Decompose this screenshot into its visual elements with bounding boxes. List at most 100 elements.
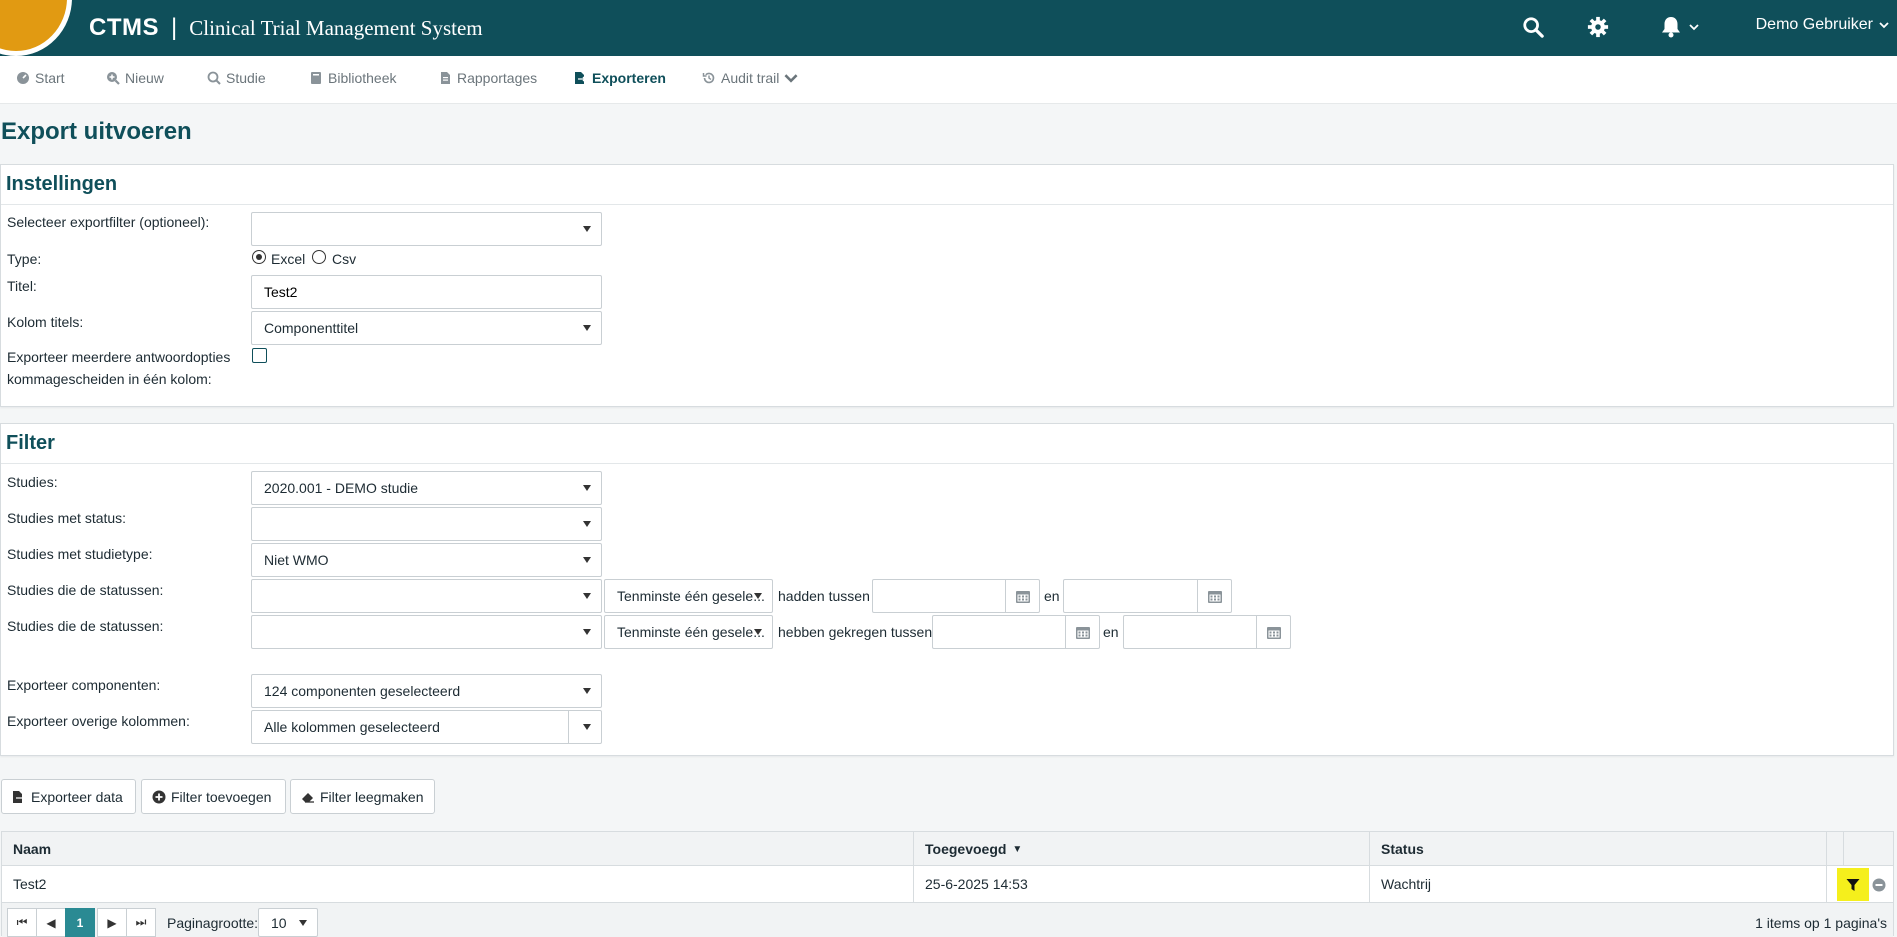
title-input[interactable] <box>251 275 602 309</box>
cell-status: Wachtrij <box>1381 876 1432 892</box>
statuses1-from-date[interactable] <box>872 579 1040 613</box>
settings-panel: Instellingen Selecteer exportfilter (opt… <box>0 164 1894 407</box>
statuses2-select[interactable] <box>251 615 602 649</box>
file-export-icon <box>13 790 26 803</box>
gear-icon[interactable] <box>1585 14 1611 40</box>
last-page-button[interactable]: ⏭ <box>126 908 156 937</box>
studytype-label: Studies met studietype: <box>7 546 153 562</box>
sort-desc-icon: ▼ <box>1012 843 1023 855</box>
page-title: Export uitvoeren <box>1 118 192 145</box>
first-page-icon: ⏮ <box>16 915 28 929</box>
chevron-down-icon <box>1879 22 1889 29</box>
studytype-value: Niet WMO <box>264 552 329 568</box>
eraser-icon <box>302 792 314 803</box>
exports-grid: Naam Toegevoegd ▼ Status Test2 25-6-2025… <box>1 831 1894 937</box>
caret-down-icon <box>583 593 591 599</box>
studytype-select[interactable]: Niet WMO <box>251 543 602 577</box>
title-label: Titel: <box>7 278 37 294</box>
column-header-status[interactable]: Status <box>1370 832 1826 866</box>
calendar-icon[interactable] <box>1065 616 1099 648</box>
other-columns-select[interactable]: Alle kolommen geselecteerd <box>251 710 602 744</box>
column-titles-select[interactable]: Componenttitel <box>251 311 602 345</box>
statuses2-mode-select[interactable]: Tenminste één gesele... <box>604 615 773 649</box>
nav-label: Studie <box>226 70 266 86</box>
add-filter-label: Filter toevoegen <box>171 788 272 805</box>
search-icon <box>207 71 221 85</box>
last-page-icon: ⏭ <box>135 915 147 929</box>
nav-item-audit-trail[interactable]: Audit trail <box>702 70 798 86</box>
prev-page-icon: ◀ <box>46 915 56 930</box>
statuses2-between-text: hebben gekregen tussen <box>778 624 933 640</box>
column-header-naam[interactable]: Naam <box>2 832 913 866</box>
statuses1-and-text: en <box>1044 588 1060 604</box>
statuses2-mode-value: Tenminste één gesele... <box>617 624 765 640</box>
first-page-button[interactable]: ⏮ <box>7 908 37 937</box>
search-icon[interactable] <box>1520 14 1546 40</box>
components-select[interactable]: 124 componenten geselecteerd <box>251 674 602 708</box>
statuses2-from-date[interactable] <box>932 615 1100 649</box>
page-1-button[interactable]: 1 <box>65 908 95 937</box>
caret-down-icon <box>754 629 762 635</box>
next-page-icon: ▶ <box>107 915 117 930</box>
page-size-select[interactable]: 10 <box>258 908 318 937</box>
column-titles-label: Kolom titels: <box>7 314 84 330</box>
nav-label: Audit trail <box>721 70 780 86</box>
export-data-button[interactable]: Exporteer data <box>1 779 136 814</box>
clear-filter-button[interactable]: Filter leegmaken <box>290 779 435 814</box>
studies-select[interactable]: 2020.001 - DEMO studie <box>251 471 602 505</box>
add-filter-button[interactable]: Filter toevoegen <box>141 779 286 814</box>
apply-filter-button[interactable] <box>1837 868 1869 901</box>
nav-label: Start <box>35 70 65 86</box>
calendar-icon[interactable] <box>1256 616 1290 648</box>
statuses2-to-date[interactable] <box>1123 615 1291 649</box>
brand[interactable]: CTMS | Clinical Trial Management System <box>89 12 483 44</box>
statuses1-select[interactable] <box>251 579 602 613</box>
statuses2-and-text: en <box>1103 624 1119 640</box>
nav-item-studie[interactable]: Studie <box>207 70 266 86</box>
chevron-down-icon <box>784 74 798 83</box>
prev-page-button[interactable]: ◀ <box>36 908 66 937</box>
nav-item-nieuw[interactable]: Nieuw <box>106 70 164 86</box>
calendar-icon[interactable] <box>1197 580 1231 612</box>
nav-item-rapportages[interactable]: Rapportages <box>438 70 537 86</box>
chevron-down-icon <box>1689 24 1699 31</box>
type-csv-radio[interactable] <box>312 250 326 264</box>
nav-label: Exporteren <box>592 70 666 86</box>
statuses1-mode-select[interactable]: Tenminste één gesele... <box>604 579 773 613</box>
filter-icon <box>1846 878 1860 891</box>
type-excel-radio[interactable] <box>252 250 266 264</box>
statuses1-to-date[interactable] <box>1063 579 1232 613</box>
remove-button[interactable] <box>1872 878 1886 892</box>
next-page-button[interactable]: ▶ <box>97 908 127 937</box>
file-export-icon <box>575 72 586 84</box>
caret-down-icon <box>299 920 307 926</box>
logo-mark <box>0 0 72 56</box>
nav-item-exporteren[interactable]: Exporteren <box>573 70 666 86</box>
page-size-label: Paginagrootte: <box>167 915 259 931</box>
top-header: CTMS | Clinical Trial Management System … <box>0 0 1897 56</box>
statuses1-between-text: hadden tussen <box>778 588 870 604</box>
status-label: Studies met status: <box>7 510 127 526</box>
plus-circle-icon <box>152 790 166 803</box>
export-filter-select[interactable] <box>251 212 602 246</box>
main-nav: Start Nieuw Studie Bibliotheek Rapportag… <box>0 56 1897 104</box>
caret-down-icon <box>583 557 591 563</box>
components-label: Exporteer componenten: <box>7 677 161 693</box>
status-select[interactable] <box>251 507 602 541</box>
minus-circle-icon <box>1872 878 1886 892</box>
book-icon <box>311 72 321 84</box>
multi-answer-checkbox[interactable] <box>252 348 267 363</box>
column-header-toegevoegd[interactable]: Toegevoegd ▼ <box>914 832 1369 866</box>
nav-item-bibliotheek[interactable]: Bibliotheek <box>309 70 397 86</box>
components-value: 124 componenten geselecteerd <box>264 683 461 699</box>
calendar-icon[interactable] <box>1005 580 1039 612</box>
cell-naam: Test2 <box>13 876 47 892</box>
cell-toegevoegd: 25-6-2025 14:53 <box>925 876 1028 892</box>
user-menu[interactable]: Demo Gebruiker <box>1756 16 1889 34</box>
export-filter-label: Selecteer exportfilter (optioneel): <box>7 214 210 230</box>
caret-down-icon <box>583 724 591 730</box>
caret-down-icon <box>583 325 591 331</box>
notifications-button[interactable] <box>1657 14 1703 40</box>
search-plus-icon <box>107 72 120 85</box>
nav-item-start[interactable]: Start <box>16 70 65 86</box>
